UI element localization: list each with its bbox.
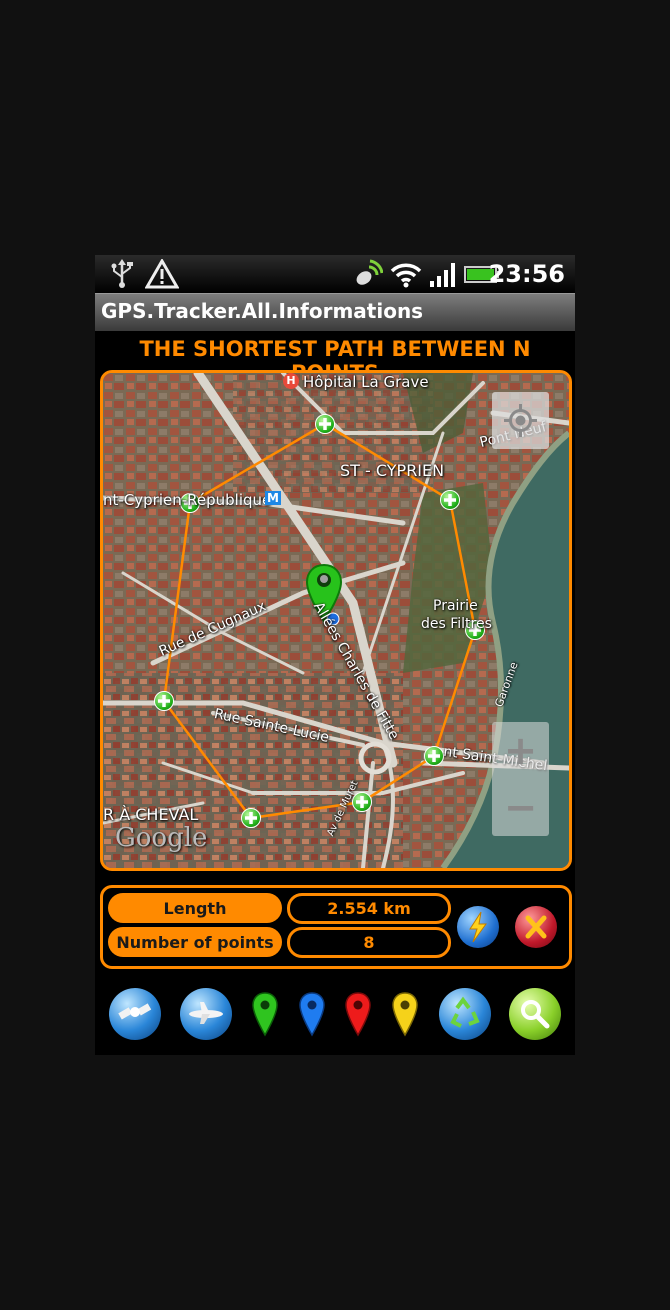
satellite-button[interactable] bbox=[109, 988, 161, 1040]
app-title: GPS.Tracker.All.Informations bbox=[101, 299, 424, 323]
length-label: Length bbox=[108, 893, 282, 923]
zoom-in-button[interactable]: + bbox=[492, 722, 549, 779]
points-value: 8 bbox=[287, 927, 451, 958]
bottom-toolbar bbox=[95, 983, 575, 1043]
map-view[interactable]: H Hôpital La Grave Pont Neuf ST - CYPRIE… bbox=[100, 370, 572, 871]
info-panel: Length 2.554 km Number of points 8 bbox=[100, 885, 572, 969]
yellow-marker-button[interactable] bbox=[390, 991, 420, 1037]
satellite-icon bbox=[118, 1003, 152, 1020]
phone-screen: 23:56 GPS.Tracker.All.Informations THE S… bbox=[95, 255, 575, 1055]
map-label-republique: nt-Cyprien-République bbox=[103, 491, 272, 509]
waypoint-marker[interactable] bbox=[315, 414, 335, 434]
map-label-prairie: Prairie bbox=[433, 598, 478, 614]
clear-button[interactable] bbox=[515, 906, 557, 948]
zoom-out-button[interactable]: − bbox=[492, 779, 549, 836]
status-bar: 23:56 bbox=[95, 255, 575, 293]
crosshair-icon bbox=[504, 404, 537, 437]
signal-icon bbox=[430, 263, 455, 287]
green-marker-button[interactable] bbox=[250, 991, 280, 1037]
recycle-icon bbox=[450, 996, 480, 1028]
gps-icon bbox=[356, 259, 383, 285]
map-label-cheval: R À CHEVAL bbox=[103, 805, 199, 824]
plus-icon bbox=[428, 750, 440, 762]
map-label-des-filtres: des Filtres bbox=[421, 616, 492, 632]
metro-badge: M bbox=[265, 491, 281, 505]
warning-icon bbox=[145, 259, 179, 289]
length-value: 2.554 km bbox=[287, 893, 451, 924]
waypoint-marker[interactable] bbox=[154, 691, 174, 711]
points-label: Number of points bbox=[108, 927, 282, 957]
clock: 23:56 bbox=[488, 260, 565, 288]
blue-marker-button[interactable] bbox=[297, 991, 327, 1037]
close-icon bbox=[525, 915, 547, 939]
waypoint-marker[interactable] bbox=[440, 490, 460, 510]
recycle-button[interactable] bbox=[439, 988, 491, 1040]
lightning-icon bbox=[469, 911, 487, 943]
plus-icon bbox=[444, 494, 456, 506]
plus-icon bbox=[356, 796, 368, 808]
calculate-button[interactable] bbox=[457, 906, 499, 948]
search-icon bbox=[521, 1000, 550, 1029]
plane-icon bbox=[189, 1002, 223, 1024]
waypoint-marker[interactable] bbox=[424, 746, 444, 766]
search-button[interactable] bbox=[509, 988, 561, 1040]
waypoint-marker[interactable] bbox=[241, 808, 261, 828]
map-label-hopital: Hôpital La Grave bbox=[303, 373, 429, 391]
plane-button[interactable] bbox=[180, 988, 232, 1040]
wifi-icon bbox=[390, 263, 422, 288]
map-label-st-cyprien: ST - CYPRIEN bbox=[340, 461, 445, 480]
zoom-controls: + − bbox=[492, 722, 549, 836]
red-marker-button[interactable] bbox=[343, 991, 373, 1037]
plus-icon bbox=[158, 695, 170, 707]
plus-icon bbox=[319, 418, 331, 430]
app-title-bar: GPS.Tracker.All.Informations bbox=[95, 293, 575, 331]
plus-icon bbox=[245, 812, 257, 824]
usb-icon bbox=[111, 259, 133, 288]
my-location-button[interactable] bbox=[492, 392, 549, 449]
google-logo: Google bbox=[115, 823, 208, 853]
hospital-badge: H bbox=[283, 373, 299, 389]
